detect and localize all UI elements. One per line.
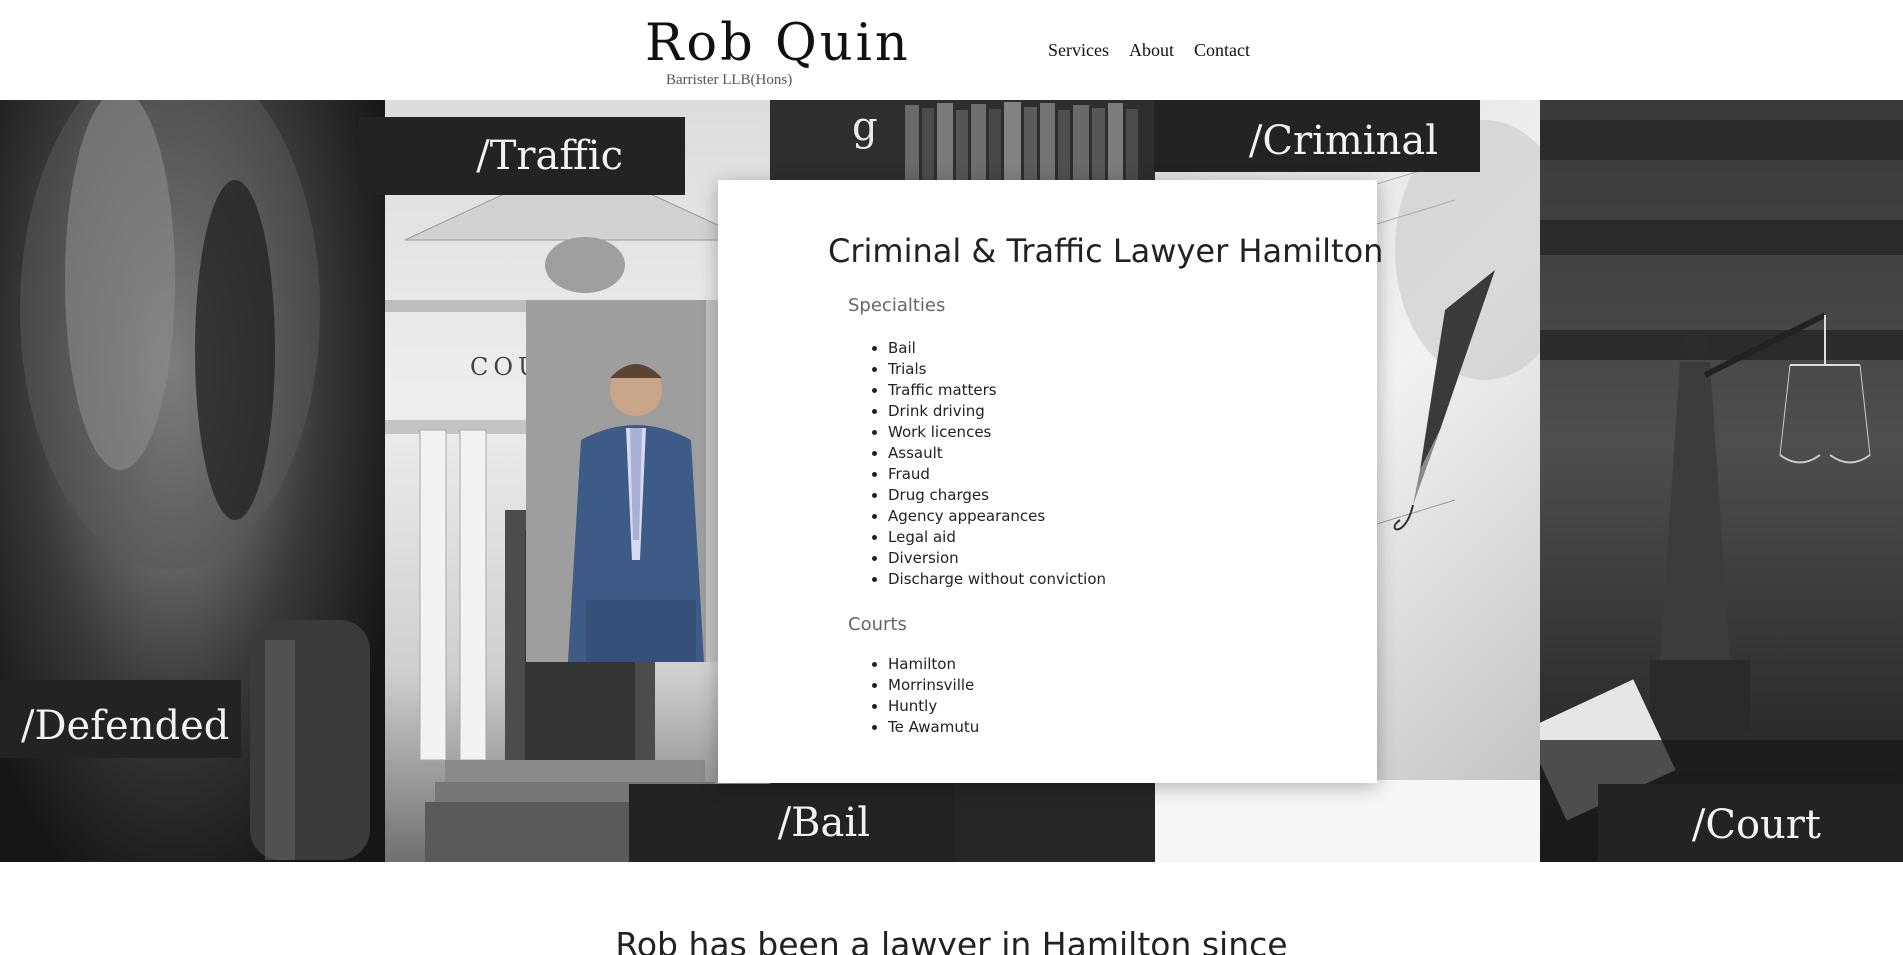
list-item: Morrinsville [888, 675, 979, 696]
main-nav: Services About Contact [1048, 40, 1250, 61]
intro-heading: Rob has been a lawyer in Hamilton since [615, 925, 1288, 955]
list-item: Drink driving [888, 401, 1106, 422]
list-item: Hamilton [888, 654, 979, 675]
defended-tag-label: /Defended [21, 703, 230, 749]
site-header: Rob Quin Barrister LLB(Hons) Services Ab… [0, 0, 1903, 100]
hero-collage: COU g /Traffic /Criminal /Defended /Bail… [0, 100, 1903, 862]
brand-name[interactable]: Rob Quin [645, 14, 911, 73]
court-tag-label: /Court [1691, 802, 1821, 848]
criminal-tag-label: /Criminal [1248, 118, 1438, 164]
defended-tag: /Defended [0, 680, 241, 758]
nav-services-link[interactable]: Services [1048, 40, 1109, 61]
list-item: Trials [888, 359, 1106, 380]
specialties-list: Bail Trials Traffic matters Drink drivin… [888, 338, 1106, 590]
criminal-tag: /Criminal [1154, 100, 1480, 172]
list-item: Agency appearances [888, 506, 1106, 527]
list-item: Work licences [888, 422, 1106, 443]
list-item: Drug charges [888, 485, 1106, 506]
book-spine-letter: g [852, 104, 878, 150]
court-tag: /Court [1598, 784, 1903, 862]
nav-contact-link[interactable]: Contact [1194, 40, 1250, 61]
brand-subtitle: Barrister LLB(Hons) [666, 72, 793, 88]
list-item: Assault [888, 443, 1106, 464]
courts-list: Hamilton Morrinsville Huntly Te Awamutu [888, 654, 979, 738]
bail-tag-label: /Bail [777, 800, 870, 846]
list-item: Legal aid [888, 527, 1106, 548]
traffic-tag: /Traffic [359, 117, 685, 195]
statue-illustration [1540, 120, 1903, 862]
list-item: Bail [888, 338, 1106, 359]
list-item: Diversion [888, 548, 1106, 569]
card-title: Criminal & Traffic Lawyer Hamilton [828, 232, 1384, 270]
specialties-heading: Specialties [848, 295, 946, 316]
nav-about-link[interactable]: About [1129, 40, 1174, 61]
traffic-tag-label: /Traffic [476, 133, 623, 179]
list-item: Fraud [888, 464, 1106, 485]
services-card: Criminal & Traffic Lawyer Hamilton Speci… [718, 180, 1383, 783]
list-item: Te Awamutu [888, 717, 979, 738]
list-item: Traffic matters [888, 380, 1106, 401]
courts-heading: Courts [848, 614, 907, 635]
list-item: Huntly [888, 696, 979, 717]
lady-justice-photo [1540, 100, 1903, 862]
bail-tag: /Bail [629, 784, 955, 862]
list-item: Discharge without conviction [888, 569, 1106, 590]
